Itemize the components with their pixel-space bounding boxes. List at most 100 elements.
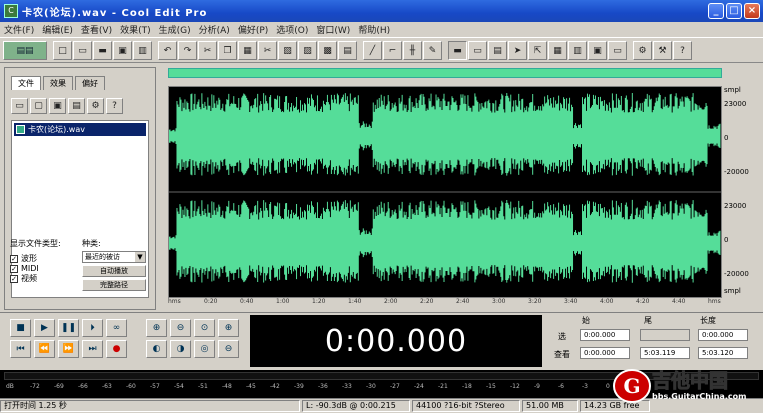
zoom-full-icon[interactable]: ⊙ [194, 319, 215, 337]
overview-bar[interactable] [168, 68, 722, 78]
tools-icon[interactable]: ⚒ [653, 41, 672, 60]
edit-file-icon[interactable]: ▤ [68, 98, 85, 114]
sort-select[interactable]: 最近的被访 ▼ [82, 251, 146, 263]
frequency-icon[interactable]: ⌐ [383, 41, 402, 60]
minimize-button[interactable]: _ [708, 3, 724, 19]
play-button[interactable]: ▶ [34, 319, 55, 337]
status-size: 51.00 MB [522, 400, 578, 412]
watermark-logo: G 吉他中国 bbs.GuitarChina.com [612, 366, 757, 406]
menu-options[interactable]: 选项(O) [276, 23, 308, 36]
paste-mix-icon[interactable]: ✂ [258, 41, 277, 60]
view-length-field[interactable]: 5:03.120 [698, 347, 748, 359]
rewind-button[interactable]: ⏪ [34, 340, 55, 358]
grid-icon[interactable]: ▥ [568, 41, 587, 60]
close-button[interactable]: × [744, 3, 760, 19]
menu-edit[interactable]: 编辑(E) [42, 23, 73, 36]
edit-tool-icon[interactable]: ✎ [423, 41, 442, 60]
open-file-icon[interactable]: ▭ [73, 41, 92, 60]
loop-button[interactable]: ∞ [106, 319, 127, 337]
menu-favorites[interactable]: 偏好(P) [238, 23, 268, 36]
info-file-icon[interactable]: ? [106, 98, 123, 114]
properties-icon[interactable]: ⚙ [87, 98, 104, 114]
delete-icon[interactable]: ▩ [318, 41, 337, 60]
cut-icon[interactable]: ✂ [198, 41, 217, 60]
go-start-button[interactable]: ⏮ [10, 340, 31, 358]
info-icon[interactable]: ▣ [588, 41, 607, 60]
zoom-vertical-in-icon[interactable]: ⊕ [218, 319, 239, 337]
multitrack-toggle-button[interactable]: ▤▤ [3, 41, 47, 60]
go-end-button[interactable]: ⏭ [82, 340, 103, 358]
menu-generate[interactable]: 生成(G) [159, 23, 191, 36]
auto-play-button[interactable]: 自动播放 [82, 265, 146, 277]
cue-list-icon[interactable]: ▤ [488, 41, 507, 60]
redo-icon[interactable]: ↷ [178, 41, 197, 60]
undo-icon[interactable]: ↶ [158, 41, 177, 60]
close-file-icon[interactable]: ▢ [30, 98, 47, 114]
selection-end-field[interactable] [640, 329, 690, 341]
menu-analyze[interactable]: 分析(A) [199, 23, 230, 36]
window-icon[interactable]: ▭ [608, 41, 627, 60]
view-start-field[interactable]: 0:00.000 [580, 347, 630, 359]
waveform-channel [169, 199, 721, 283]
level-tick-label: -15 [486, 383, 496, 390]
waveform-canvas[interactable] [168, 86, 722, 298]
type-midi[interactable]: ✓ MIDI [10, 264, 80, 273]
selection-length-field[interactable]: 0:00.000 [698, 329, 748, 341]
copy-icon[interactable]: ❐ [218, 41, 237, 60]
length-header: 长度 [700, 316, 716, 325]
trim-icon[interactable]: ▨ [298, 41, 317, 60]
tab-effects[interactable]: 效果 [43, 76, 73, 90]
scrub-tool-icon[interactable]: ⇱ [528, 41, 547, 60]
tab-files[interactable]: 文件 [11, 76, 41, 90]
spectral-view-icon[interactable]: ▭ [468, 41, 487, 60]
folder-open-icon[interactable]: ▭ [11, 98, 28, 114]
menu-window[interactable]: 窗口(W) [316, 23, 350, 36]
selection-start-field[interactable]: 0:00.000 [580, 329, 630, 341]
play-to-end-button[interactable]: ⏵ [82, 319, 103, 337]
transport-area: ■ ▶ ❚❚ ⏵ ∞ ⏮ ⏪ ⏩ ⏭ ● ⊕ ⊖ ⊙ ⊕ ◐ ◑ ◎ ⊖ 0:0… [0, 312, 763, 370]
zoom-right-icon[interactable]: ◑ [170, 340, 191, 358]
playlist-icon[interactable]: ▦ [548, 41, 567, 60]
record-button[interactable]: ● [106, 340, 127, 358]
new-file-icon[interactable]: □ [53, 41, 72, 60]
zoom-out-icon[interactable]: ⊖ [170, 319, 191, 337]
main-toolbar: ▤▤ □ ▭ ▬ ▣ ▥ ↶ ↷ ✂ ❐ ▦ ✂ ▧ ▨ ▩ ▤ ╱ ⌐ ╫ ✎… [0, 39, 763, 63]
time-tick-label: 1:00 [276, 298, 290, 305]
settings-icon[interactable]: ⚙ [633, 41, 652, 60]
select-all-icon[interactable]: ▤ [338, 41, 357, 60]
zoom-left-icon[interactable]: ◐ [146, 340, 167, 358]
mix-paste-icon[interactable]: ▧ [278, 41, 297, 60]
maximize-button[interactable]: □ [726, 3, 742, 19]
list-item[interactable]: 卡农(论坛).wav [14, 123, 146, 136]
menu-file[interactable]: 文件(F) [4, 23, 34, 36]
zoom-vertical-out-icon[interactable]: ⊖ [218, 340, 239, 358]
waveform-view-icon[interactable]: ▬ [448, 41, 467, 60]
zoom-selection-icon[interactable]: ◎ [194, 340, 215, 358]
time-tick-label: 1:20 [312, 298, 326, 305]
time-tick-label: 4:20 [636, 298, 650, 305]
spectral-icon[interactable]: ╱ [363, 41, 382, 60]
menu-effects[interactable]: 效果(T) [120, 23, 151, 36]
fast-forward-button[interactable]: ⏩ [58, 340, 79, 358]
full-path-button[interactable]: 完整路径 [82, 279, 146, 291]
zoom-in-icon[interactable]: ⊕ [146, 319, 167, 337]
menu-view[interactable]: 查看(V) [81, 23, 112, 36]
stop-button[interactable]: ■ [10, 319, 31, 337]
waveform-channel [169, 92, 721, 176]
insert-icon[interactable]: ▣ [49, 98, 66, 114]
cursor-tool-icon[interactable]: ➤ [508, 41, 527, 60]
type-waveform[interactable]: ✓ 波形 [10, 253, 80, 264]
menu-help[interactable]: 帮助(H) [358, 23, 390, 36]
help-icon[interactable]: ? [673, 41, 692, 60]
sort-label: 种类: [82, 239, 101, 248]
level-tick-label: -30 [366, 383, 376, 390]
paste-icon[interactable]: ▦ [238, 41, 257, 60]
open-append-icon[interactable]: ▬ [93, 41, 112, 60]
save-as-icon[interactable]: ▥ [133, 41, 152, 60]
pause-button[interactable]: ❚❚ [58, 319, 79, 337]
tab-favorites[interactable]: 偏好 [75, 76, 105, 90]
view-end-field[interactable]: 5:03.119 [640, 347, 690, 359]
save-icon[interactable]: ▣ [113, 41, 132, 60]
type-video[interactable]: ✓ 视频 [10, 273, 80, 284]
pan-icon[interactable]: ╫ [403, 41, 422, 60]
